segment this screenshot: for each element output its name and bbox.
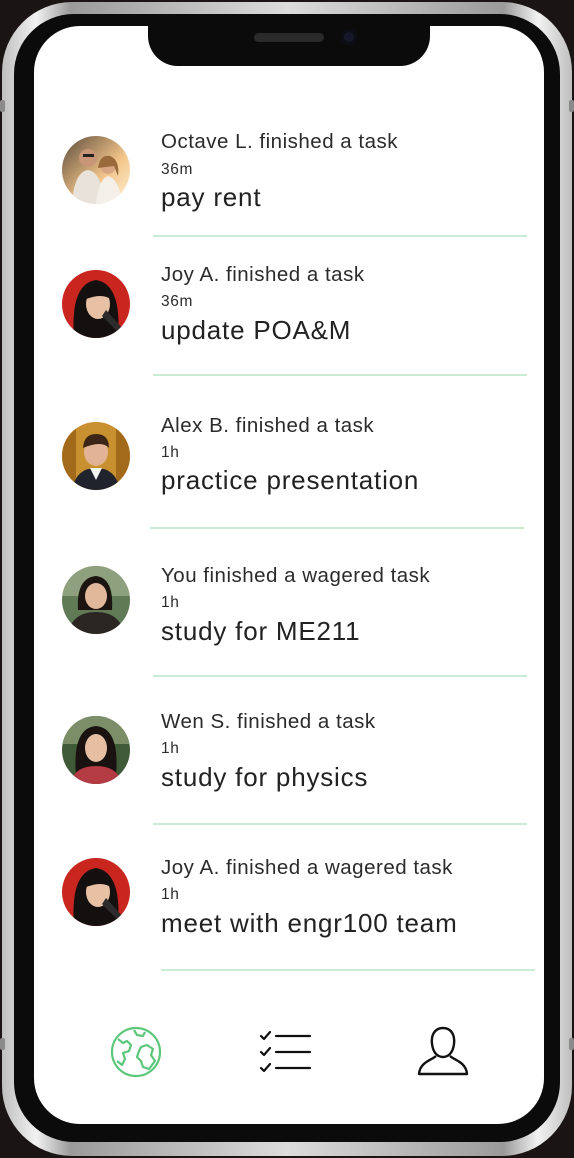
wen-avatar[interactable]	[62, 716, 130, 784]
actor-text: Wen S. finished a task	[161, 710, 376, 733]
task-text: meet with engr100 team	[161, 908, 458, 938]
side-button	[0, 1038, 5, 1050]
user-icon	[416, 1024, 470, 1083]
alex-avatar[interactable]	[62, 422, 130, 490]
time-text: 1h	[161, 594, 180, 611]
task-text: study for ME211	[161, 616, 361, 646]
divider	[161, 969, 535, 971]
actor-text: Joy A. finished a wagered task	[161, 856, 453, 879]
joy-avatar[interactable]	[62, 270, 130, 338]
octave-avatar[interactable]	[62, 136, 130, 204]
time-text: 1h	[161, 444, 180, 461]
time-text: 1h	[161, 740, 180, 757]
actor-text: Alex B. finished a task	[161, 414, 375, 437]
actor-text: You finished a wagered task	[161, 564, 431, 587]
speaker	[254, 33, 324, 42]
task-text: study for physics	[161, 762, 369, 792]
actor-text: Octave L. finished a task	[161, 130, 398, 153]
time-text: 1h	[161, 886, 180, 903]
divider	[153, 823, 527, 825]
joy-avatar[interactable]	[62, 858, 130, 926]
front-camera	[341, 29, 357, 45]
tab-profile[interactable]	[412, 1024, 474, 1082]
divider	[153, 374, 527, 376]
divider	[153, 675, 527, 677]
task-text: update POA&M	[161, 315, 352, 345]
feed-item[interactable]: Joy A. finished a wagered task 1h meet w…	[0, 856, 574, 986]
feed-item[interactable]: Joy A. finished a task 36m update POA&M	[0, 263, 574, 393]
actor-text: Joy A. finished a task	[161, 263, 365, 286]
feed-item[interactable]: Wen S. finished a task 1h study for phys…	[0, 710, 574, 840]
tab-feed[interactable]	[106, 1024, 166, 1084]
you-avatar[interactable]	[62, 566, 130, 634]
task-text: pay rent	[161, 182, 262, 212]
divider	[153, 235, 527, 237]
side-button	[0, 100, 5, 112]
side-button	[569, 1038, 574, 1050]
checklist-icon	[258, 1028, 312, 1079]
globe-icon	[109, 1025, 163, 1084]
task-text: practice presentation	[161, 465, 420, 495]
tab-tasks[interactable]	[256, 1028, 314, 1078]
feed-item[interactable]: Octave L. finished a task 36m pay rent	[0, 130, 574, 260]
side-button	[569, 100, 574, 112]
feed-item[interactable]: You finished a wagered task 1h study for…	[0, 564, 574, 694]
time-text: 36m	[161, 161, 193, 178]
divider	[150, 527, 524, 529]
time-text: 36m	[161, 293, 193, 310]
feed-item[interactable]: Alex B. finished a task 1h practice pres…	[0, 414, 574, 544]
